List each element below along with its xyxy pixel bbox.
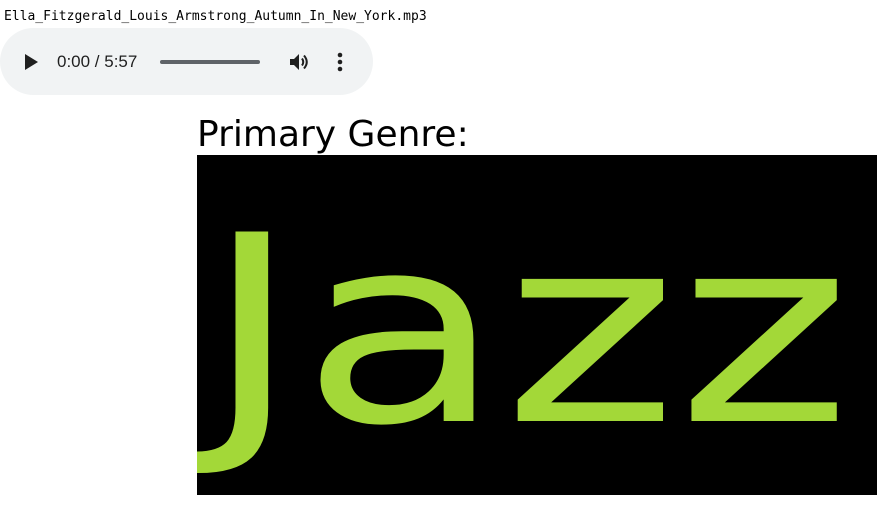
genre-value-text: Jazz	[197, 181, 851, 483]
play-button[interactable]	[19, 50, 43, 74]
play-icon	[25, 54, 38, 70]
audio-player: 0:00 / 5:57	[0, 28, 373, 95]
more-vertical-icon	[337, 52, 343, 72]
genre-image: Jazz	[197, 155, 877, 495]
time-display: 0:00 / 5:57	[57, 52, 138, 71]
more-options-button[interactable]	[328, 49, 352, 75]
volume-button[interactable]	[287, 49, 313, 75]
audio-filename: Ella_Fitzgerald_Louis_Armstrong_Autumn_I…	[4, 9, 427, 24]
genre-heading: Primary Genre:	[197, 114, 469, 155]
volume-icon	[290, 54, 308, 70]
seek-slider[interactable]	[160, 60, 260, 64]
